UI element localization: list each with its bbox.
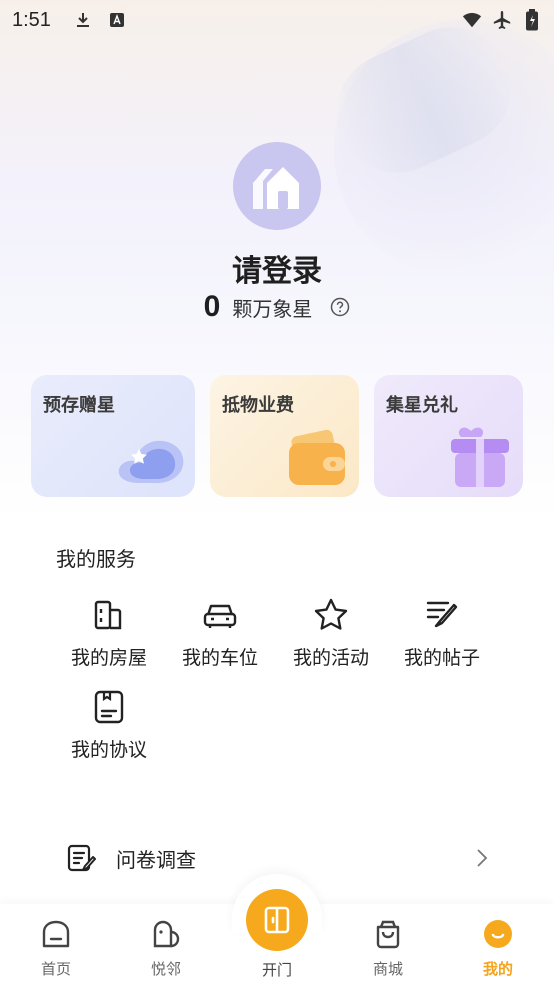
- neighbor-icon: [153, 920, 180, 948]
- promo-card-label: 抵物业费: [222, 395, 294, 416]
- stars-count: 0: [203, 290, 221, 323]
- service-my-activities[interactable]: 我的活动: [276, 597, 386, 670]
- promo-card-label: 预存赠星: [43, 395, 115, 416]
- stars-summary: 0 颗万象星: [0, 290, 554, 324]
- chevron-right-icon: [477, 849, 488, 867]
- post-pen-icon: [426, 601, 458, 628]
- service-label: 我的车位: [181, 647, 258, 669]
- door-icon: [264, 906, 290, 934]
- service-label: 我的活动: [292, 647, 369, 669]
- status-time: 1:51: [12, 8, 51, 31]
- status-bar: 1:51: [0, 0, 554, 40]
- login-title[interactable]: 请登录: [0, 246, 554, 290]
- nav-label-open-door: 开门: [261, 961, 292, 979]
- nav-label: 悦邻: [150, 960, 181, 978]
- service-my-posts[interactable]: 我的帖子: [387, 597, 497, 670]
- stars-label: 颗万象星: [232, 296, 313, 321]
- gift-box-icon: [451, 427, 509, 487]
- survey-row[interactable]: 问卷调查: [66, 838, 490, 878]
- wallet-icon: [289, 429, 345, 485]
- promo-card-redeem-gifts[interactable]: 集星兑礼: [374, 375, 523, 497]
- text-a-icon: [107, 10, 127, 30]
- house-avatar-icon: [253, 167, 299, 209]
- profile-smile-icon: [484, 920, 512, 948]
- nav-label: 首页: [40, 960, 71, 978]
- nav-tab-mine[interactable]: 我的: [458, 918, 538, 979]
- nav-label: 商城: [372, 960, 403, 978]
- shopping-bag-icon: [376, 920, 400, 949]
- survey-label: 问卷调查: [116, 847, 196, 872]
- service-my-house[interactable]: 我的房屋: [54, 597, 164, 670]
- star-cloud-icon: [118, 440, 184, 483]
- services-title: 我的服务: [56, 547, 136, 571]
- promo-card-prepay[interactable]: 预存赠星: [31, 375, 195, 497]
- open-door-button[interactable]: [246, 889, 308, 951]
- star-icon: [314, 598, 348, 630]
- building-icon: [94, 600, 122, 630]
- car-icon: [203, 604, 237, 628]
- service-my-parking[interactable]: 我的车位: [165, 597, 275, 670]
- download-icon: [73, 10, 93, 30]
- promo-card-label: 集星兑礼: [386, 395, 458, 416]
- service-label: 我的房屋: [70, 647, 147, 669]
- help-question-icon[interactable]: [330, 297, 350, 317]
- promo-card-property-fee[interactable]: 抵物业费: [210, 375, 359, 497]
- nav-tab-mall[interactable]: 商城: [348, 918, 428, 979]
- airplane-icon: [492, 10, 512, 30]
- home-icon: [42, 920, 70, 948]
- nav-tab-home[interactable]: 首页: [16, 918, 96, 979]
- survey-document-icon: [67, 844, 96, 872]
- service-label: 我的协议: [70, 739, 147, 761]
- avatar[interactable]: [233, 142, 321, 230]
- service-label: 我的帖子: [403, 647, 480, 669]
- nav-label: 我的: [482, 960, 513, 978]
- battery-icon: [522, 9, 542, 31]
- service-my-agreements[interactable]: 我的协议: [54, 689, 164, 762]
- agreement-icon: [94, 690, 124, 724]
- wifi-icon: [462, 10, 482, 30]
- nav-tab-neighbors[interactable]: 悦邻: [126, 918, 206, 979]
